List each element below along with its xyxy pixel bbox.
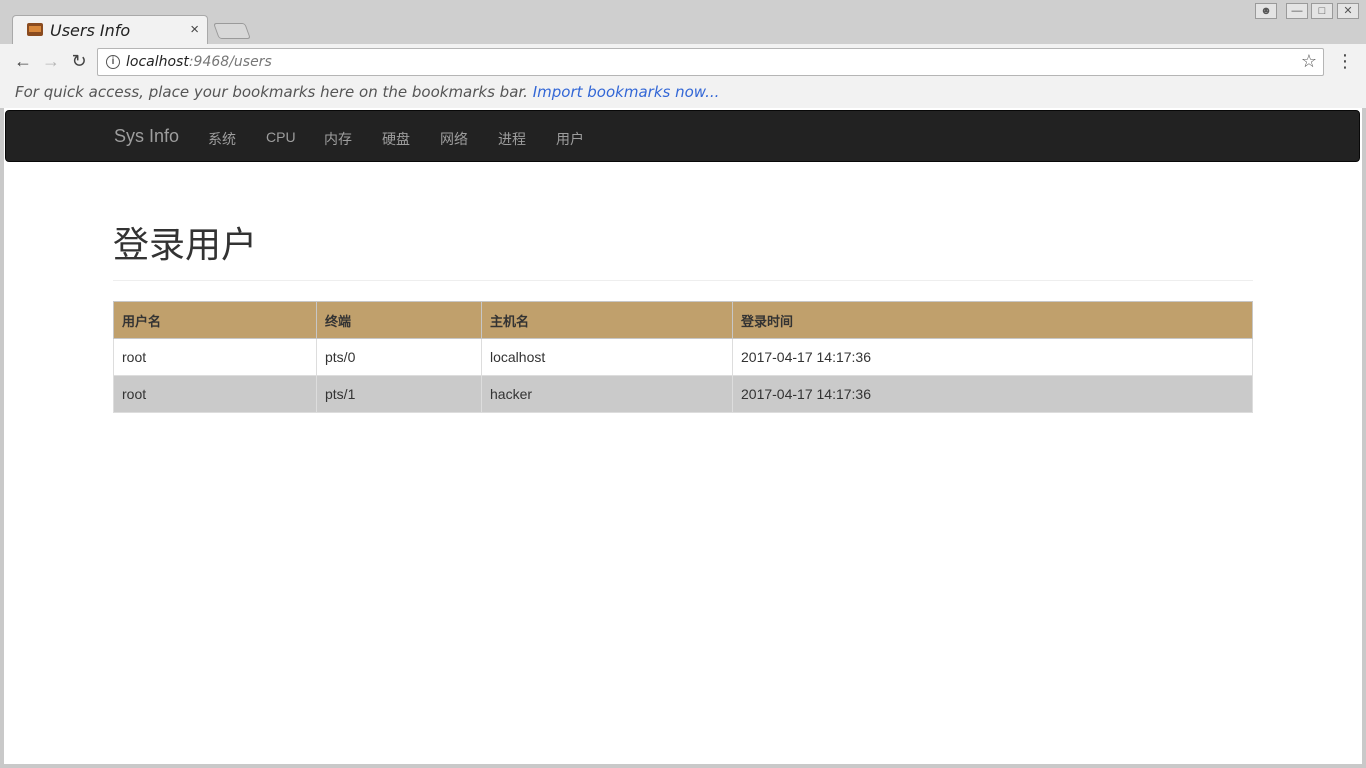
bookmarks-hint: For quick access, place your bookmarks h… bbox=[15, 83, 719, 101]
column-header-login-time: 登录时间 bbox=[732, 301, 1253, 339]
column-header-hostname: 主机名 bbox=[481, 301, 733, 339]
forward-icon[interactable]: → bbox=[40, 50, 62, 72]
cell-terminal: pts/0 bbox=[316, 338, 482, 376]
info-icon[interactable]: i bbox=[106, 55, 120, 69]
reload-icon[interactable]: ↻ bbox=[68, 50, 90, 72]
profile-icon[interactable]: ☻ bbox=[1255, 3, 1277, 19]
column-header-username: 用户名 bbox=[113, 301, 317, 339]
cell-username: root bbox=[113, 375, 317, 413]
new-tab-button[interactable] bbox=[213, 23, 251, 39]
tab-strip: Users Info × ☻ — □ ✕ bbox=[0, 0, 1366, 45]
page-header: 登录用户 bbox=[113, 208, 1253, 281]
nav-link-disk[interactable]: 硬盘 bbox=[382, 129, 410, 149]
tab-title: Users Info bbox=[50, 21, 131, 40]
minimize-button[interactable]: — bbox=[1286, 3, 1308, 19]
cell-login-time: 2017-04-17 14:17:36 bbox=[732, 338, 1253, 376]
bookmarks-bar: For quick access, place your bookmarks h… bbox=[0, 80, 1366, 108]
bookmark-star-icon[interactable]: ☆ bbox=[1301, 51, 1317, 72]
nav-link-system[interactable]: 系统 bbox=[208, 129, 236, 149]
maximize-button[interactable]: □ bbox=[1311, 3, 1333, 19]
menu-icon[interactable]: ⋮ bbox=[1336, 50, 1354, 72]
nav-link-network[interactable]: 网络 bbox=[440, 129, 468, 149]
tab-users-info[interactable]: Users Info × bbox=[12, 15, 208, 45]
cell-terminal: pts/1 bbox=[316, 375, 482, 413]
column-header-terminal: 终端 bbox=[316, 301, 482, 339]
address-bar[interactable]: i localhost:9468/users ☆ bbox=[97, 48, 1324, 76]
browser-toolbar: ← → ↻ i localhost:9468/users ☆ ⋮ bbox=[0, 44, 1366, 80]
site-navbar: Sys Info 系统 CPU 内存 硬盘 网络 进程 用户 bbox=[5, 110, 1360, 162]
cell-username: root bbox=[113, 338, 317, 376]
nav-link-process[interactable]: 进程 bbox=[498, 129, 526, 149]
back-icon[interactable]: ← bbox=[12, 50, 34, 72]
table-row: root pts/0 localhost 2017-04-17 14:17:36 bbox=[113, 338, 1253, 376]
tab-close-icon[interactable]: × bbox=[190, 21, 199, 38]
table-header-row: 用户名 终端 主机名 登录时间 bbox=[113, 301, 1253, 339]
cell-hostname: localhost bbox=[481, 338, 733, 376]
close-window-button[interactable]: ✕ bbox=[1337, 3, 1359, 19]
page-title: 登录用户 bbox=[113, 225, 258, 266]
nav-link-memory[interactable]: 内存 bbox=[324, 129, 352, 149]
nav-link-users[interactable]: 用户 bbox=[556, 129, 584, 149]
cell-login-time: 2017-04-17 14:17:36 bbox=[732, 375, 1253, 413]
users-table: 用户名 终端 主机名 登录时间 root pts/0 localhost 201… bbox=[113, 301, 1253, 413]
url-text: localhost:9468/users bbox=[126, 54, 272, 70]
bookmarks-hint-text: For quick access, place your bookmarks h… bbox=[15, 83, 528, 101]
nav-link-cpu[interactable]: CPU bbox=[266, 129, 296, 145]
cell-hostname: hacker bbox=[481, 375, 733, 413]
table-row: root pts/1 hacker 2017-04-17 14:17:36 bbox=[113, 375, 1253, 413]
page-viewport: Sys Info 系统 CPU 内存 硬盘 网络 进程 用户 登录用户 用户名 … bbox=[4, 108, 1362, 764]
folder-icon bbox=[27, 23, 43, 36]
brand-link[interactable]: Sys Info bbox=[114, 126, 179, 147]
import-bookmarks-link[interactable]: Import bookmarks now... bbox=[533, 83, 720, 101]
